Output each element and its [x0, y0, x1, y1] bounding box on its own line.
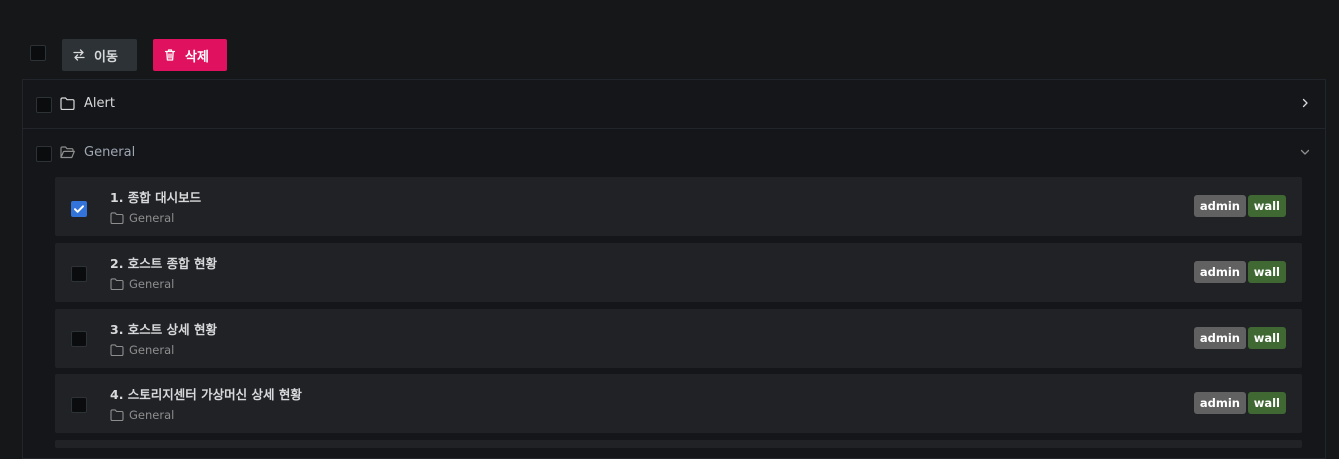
folder-row-alert[interactable]: Alert — [23, 80, 1325, 129]
dashboard-checkbox[interactable] — [71, 201, 87, 217]
folder-checkbox-general[interactable] — [36, 146, 52, 162]
dashboard-folder: General — [110, 343, 174, 357]
tag-admin[interactable]: admin — [1193, 261, 1246, 283]
dashboard-folder: General — [110, 277, 174, 291]
folder-icon — [110, 344, 124, 356]
dashboard-item[interactable]: 3. 호스트 상세 현황 General admin wall — [55, 309, 1302, 368]
folder-icon — [110, 278, 124, 290]
dashboard-item[interactable]: 2. 호스트 종합 현황 General admin wall — [55, 243, 1302, 302]
dashboard-title[interactable]: 4. 스토리지센터 가상머신 상세 현황 — [110, 384, 302, 403]
tag-wall[interactable]: wall — [1247, 261, 1286, 283]
tag-wall[interactable]: wall — [1247, 195, 1286, 217]
folder-icon — [60, 97, 75, 110]
move-button-label: 이동 — [94, 49, 118, 65]
dashboard-checkbox[interactable] — [71, 331, 87, 347]
tag-wall[interactable]: wall — [1247, 327, 1286, 349]
delete-button-label: 삭제 — [185, 49, 209, 65]
folder-icon — [110, 212, 124, 224]
dashboard-folder: General — [110, 408, 174, 422]
dashboard-item-partial — [55, 440, 1302, 448]
trash-icon — [164, 49, 176, 61]
dashboard-title[interactable]: 3. 호스트 상세 현황 — [110, 319, 217, 338]
move-button[interactable]: 이동 — [62, 39, 137, 71]
dashboard-item[interactable]: 4. 스토리지센터 가상머신 상세 현황 General admin wall — [55, 374, 1302, 433]
dashboard-folder-name: General — [129, 277, 175, 291]
tag-admin[interactable]: admin — [1193, 327, 1246, 349]
folder-checkbox-alert[interactable] — [36, 97, 52, 113]
select-all-checkbox[interactable] — [30, 45, 46, 61]
delete-button[interactable]: 삭제 — [153, 39, 227, 71]
dashboard-checkbox[interactable] — [71, 397, 87, 413]
tag-wall[interactable]: wall — [1247, 392, 1286, 414]
folder-name-alert: Alert — [84, 96, 115, 111]
dashboard-folder: General — [110, 211, 174, 225]
chevron-down-icon[interactable] — [1300, 147, 1310, 157]
dashboard-item[interactable]: 1. 종합 대시보드 General admin wall — [55, 177, 1302, 236]
dashboard-checkbox[interactable] — [71, 266, 87, 282]
folder-name-general: General — [84, 145, 136, 160]
dashboard-title[interactable]: 2. 호스트 종합 현황 — [110, 253, 217, 272]
tag-admin[interactable]: admin — [1193, 195, 1246, 217]
dashboard-title[interactable]: 1. 종합 대시보드 — [110, 187, 201, 206]
arrows-exchange-icon — [73, 49, 85, 61]
dashboard-folder-name: General — [129, 343, 175, 357]
dashboard-folder-name: General — [129, 408, 175, 422]
folder-icon — [110, 409, 124, 421]
folder-row-general[interactable]: General — [23, 129, 1325, 178]
tag-admin[interactable]: admin — [1193, 392, 1246, 414]
chevron-right-icon[interactable] — [1300, 98, 1310, 108]
dashboard-folder-name: General — [129, 211, 175, 225]
folder-open-icon — [60, 146, 75, 159]
checkmark-icon — [74, 205, 84, 213]
